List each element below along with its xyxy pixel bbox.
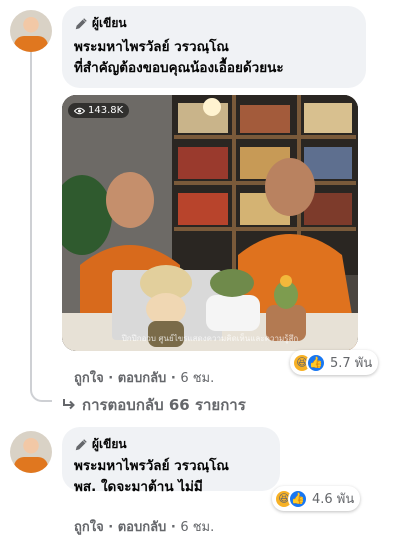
comment-actions: ถูกใจ · ตอบกลับ · 6 ชม. (74, 520, 215, 535)
like-link[interactable]: ถูกใจ (74, 520, 104, 535)
comment-text: ที่สำคัญต้องขอบคุณน้องเอื้อยด้วยนะ (74, 60, 284, 76)
eye-icon (74, 107, 85, 114)
comment-actions: ถูกใจ · ตอบกลับ · 6 ชม. (74, 371, 215, 386)
thread-line (30, 52, 32, 390)
reaction-count: 4.6 พัน (312, 492, 355, 507)
reply-arrow-icon (63, 399, 75, 410)
author-badge: ผู้เขียน (74, 435, 268, 454)
reply-link[interactable]: ตอบกลับ (118, 371, 167, 386)
reaction-summary[interactable]: 😆 👍 5.7 พัน (290, 350, 379, 375)
comment-bubble: ผู้เขียน พระมหาไพรวัลย์ วรวณฺโณ พส. ใดจะ… (62, 427, 280, 495)
like-icon: 👍 (306, 352, 326, 373)
comment-text: พส. ใดจะมาต้าน ไม่มี (74, 479, 203, 495)
timestamp[interactable]: 6 ชม. (180, 520, 214, 535)
avatar[interactable] (10, 431, 52, 473)
like-link[interactable]: ถูกใจ (74, 371, 104, 386)
timestamp[interactable]: 6 ชม. (180, 371, 214, 386)
pen-icon (75, 17, 87, 29)
author-badge-label: ผู้เขียน (92, 16, 127, 30)
view-replies-button[interactable]: การตอบกลับ 66 รายการ (62, 393, 246, 417)
view-count-badge: 143.8K (68, 103, 130, 118)
author-badge: ผู้เขียน (74, 14, 354, 33)
reaction-summary[interactable]: 😆 👍 4.6 พัน (272, 486, 361, 511)
replies-label: การตอบกลับ 66 รายการ (82, 396, 246, 414)
reply-link[interactable]: ตอบกลับ (118, 520, 167, 535)
image-watermark: ปีกปีกอวบ ศูนย์ไขรแสดงความคิดเห็นและความ… (121, 334, 299, 343)
author-badge-label: ผู้เขียน (92, 437, 127, 451)
comment-bubble: ผู้เขียน พระมหาไพรวัลย์ วรวณฺโณ ที่สำคัญ… (62, 6, 366, 88)
avatar[interactable] (10, 10, 52, 52)
author-name[interactable]: พระมหาไพรวัลย์ วรวณฺโณ (74, 456, 268, 477)
pen-icon (75, 438, 87, 450)
like-icon: 👍 (288, 488, 308, 509)
thread-connector (30, 380, 52, 402)
view-count: 143.8K (88, 105, 124, 116)
author-name[interactable]: พระมหาไพรวัลย์ วรวณฺโณ (74, 37, 354, 58)
reaction-count: 5.7 พัน (330, 356, 373, 371)
comment-photo[interactable]: 143.8K ปีกปีกอวบ ศูนย์ไขรแสดงความคิดเห็น… (62, 95, 358, 351)
